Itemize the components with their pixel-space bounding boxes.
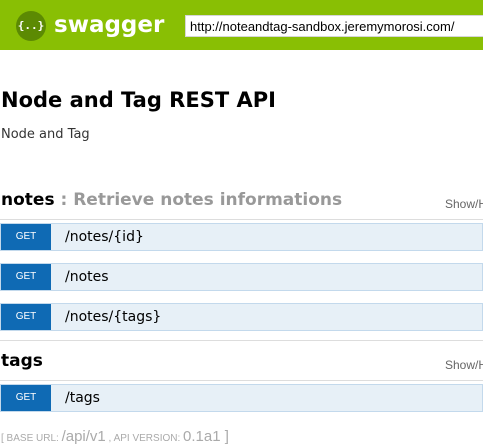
base-info-close: ] [220,428,229,445]
api-version-label: , API VERSION: [105,433,184,444]
resource-description: : Retrieve notes informations [54,190,343,210]
divider [0,219,483,220]
operation-get-tags[interactable]: GET /tags [0,384,483,412]
base-url-value: /api/v1 [61,428,106,445]
http-method-badge[interactable]: GET [1,224,51,250]
swagger-logo-text[interactable]: swagger [54,9,164,41]
http-method-badge[interactable]: GET [1,304,51,330]
operation-get-notes-id[interactable]: GET /notes/{id} [0,223,483,251]
operation-path[interactable]: /notes/{id} [65,224,144,250]
base-url-info: [ BASE URL: /api/v1 , API VERSION: 0.1a1… [1,428,229,445]
resource-heading-notes[interactable]: notes : Retrieve notes informations [1,190,342,210]
divider [0,380,483,381]
swagger-logo-icon: {..} [16,11,46,41]
operation-path[interactable]: /notes [65,264,109,290]
api-version-value: 0.1a1 [183,428,221,445]
show-hide-link[interactable]: Show/Hide [445,358,483,372]
operation-get-notes-tags[interactable]: GET /notes/{tags} [0,303,483,331]
operation-get-notes[interactable]: GET /notes [0,263,483,291]
operation-path[interactable]: /tags [65,385,100,411]
resource-name[interactable]: tags [1,351,43,371]
http-method-badge[interactable]: GET [1,385,51,411]
operation-path[interactable]: /notes/{tags} [65,304,161,330]
http-method-badge[interactable]: GET [1,264,51,290]
top-bar: {..} swagger [0,0,483,50]
show-hide-link[interactable]: Show/Hide [445,197,483,211]
api-description: Node and Tag [1,127,90,142]
divider [0,340,483,341]
base-url-label: [ BASE URL: [1,433,62,444]
resource-name[interactable]: notes [1,190,55,210]
api-url-input[interactable] [185,15,483,37]
resource-heading-tags[interactable]: tags [1,351,43,371]
api-title: Node and Tag REST API [1,88,276,112]
